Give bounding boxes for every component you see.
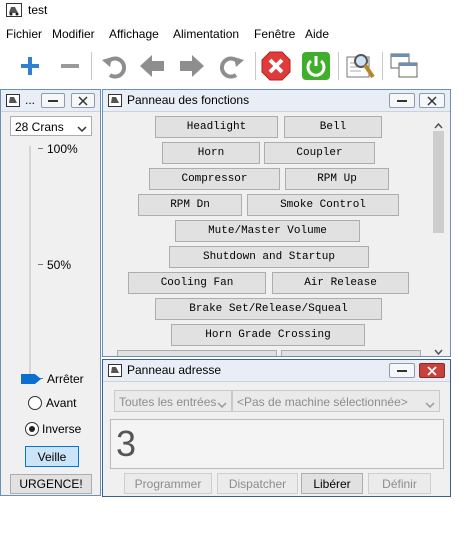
close-button[interactable] [71, 93, 95, 108]
train-icon [108, 364, 122, 377]
speed-steps-select[interactable]: 28 Crans [10, 116, 92, 136]
train-icon [108, 94, 122, 107]
fn-horn-grade-crossing-button[interactable]: Horn Grade Crossing [171, 324, 365, 346]
throttle-title: ... [25, 93, 36, 107]
menu-bar: Fichier Modifier Affichage Alimentation … [0, 24, 469, 44]
window-titlebar: test [0, 0, 469, 22]
menu-modifier[interactable]: Modifier [52, 27, 95, 41]
scroll-down-icon[interactable] [434, 344, 443, 358]
address-titlebar: Panneau adresse [103, 360, 450, 382]
address-panel: Panneau adresse Toutes les entrées <Pas … [102, 359, 451, 497]
undo-icon[interactable] [98, 50, 130, 82]
chevron-down-icon [217, 398, 227, 412]
close-button[interactable] [419, 93, 445, 108]
fn-bell-button[interactable]: Bell [284, 116, 382, 138]
redo-icon[interactable] [216, 50, 248, 82]
minimize-button[interactable] [41, 93, 65, 108]
power-icon[interactable] [300, 50, 332, 82]
minimize-button[interactable] [389, 363, 415, 378]
plus-icon[interactable] [14, 50, 46, 82]
app-icon [6, 3, 22, 17]
fn-brake-button[interactable]: Brake Set/Release/Squeal [155, 298, 382, 320]
stop-label: Arrêter [47, 372, 84, 386]
chevron-down-icon [77, 122, 87, 136]
define-button[interactable]: Définir [368, 473, 431, 494]
arrow-right-icon[interactable] [176, 50, 208, 82]
filter-value: Toutes les entrées [119, 395, 217, 409]
dispatch-button[interactable]: Dispatcher [217, 473, 298, 494]
edit-icon[interactable] [344, 50, 376, 82]
address-title: Panneau adresse [127, 363, 222, 377]
scroll-thumb[interactable] [433, 131, 444, 233]
menu-aide[interactable]: Aide [305, 27, 329, 41]
scroll-up-icon[interactable] [434, 118, 443, 132]
machine-select[interactable]: <Pas de machine sélectionnée> [232, 390, 440, 412]
fn-cooling-fan-button[interactable]: Cooling Fan [128, 272, 266, 294]
menu-affichage[interactable]: Affichage [109, 27, 159, 41]
forward-label: Avant [46, 396, 77, 410]
label-50: 50% [47, 258, 72, 272]
fn-partial-button [281, 350, 421, 356]
fn-rpm-dn-button[interactable]: RPM Dn [138, 194, 242, 216]
reverse-radio[interactable] [25, 422, 39, 436]
stop-icon[interactable] [260, 50, 292, 82]
throttle-titlebar: ... [1, 90, 100, 112]
chevron-down-icon [425, 398, 435, 412]
speed-slider-thumb[interactable] [21, 373, 41, 384]
idle-button[interactable]: Veille [25, 446, 79, 467]
release-button[interactable]: Libérer [301, 473, 363, 494]
toolbar [0, 46, 469, 88]
window-title: test [28, 3, 48, 17]
address-value: 3 [116, 423, 137, 464]
fn-shutdown-startup-button[interactable]: Shutdown and Startup [169, 246, 369, 268]
fn-compressor-button[interactable]: Compressor [149, 168, 280, 190]
fn-headlight-button[interactable]: Headlight [155, 116, 278, 138]
reverse-label: Inverse [42, 422, 82, 436]
arrow-left-icon[interactable] [136, 50, 168, 82]
speed-steps-value: 28 Crans [15, 120, 64, 134]
fn-rpm-up-button[interactable]: RPM Up [285, 168, 389, 190]
functions-title: Panneau des fonctions [127, 93, 250, 107]
fn-smoke-control-button[interactable]: Smoke Control [247, 194, 399, 216]
close-button[interactable] [419, 363, 445, 378]
functions-titlebar: Panneau des fonctions [103, 90, 450, 112]
minus-icon[interactable] [54, 50, 86, 82]
speed-slider-track [29, 146, 31, 378]
emergency-button[interactable]: URGENCE! [10, 474, 92, 494]
tick-100 [38, 148, 43, 149]
windows-icon[interactable] [388, 50, 420, 82]
filter-select[interactable]: Toutes les entrées [114, 390, 232, 412]
throttle-panel: ... 28 Crans 100% 50% Arrêter Avant Inve… [0, 89, 101, 496]
fn-horn-button[interactable]: Horn [162, 142, 260, 164]
label-100: 100% [47, 142, 78, 156]
fn-air-release-button[interactable]: Air Release [272, 272, 409, 294]
menu-fenetre[interactable]: Fenêtre [254, 27, 295, 41]
machine-value: <Pas de machine sélectionnée> [237, 395, 408, 409]
address-field[interactable]: 3 [110, 419, 444, 469]
fn-partial-button [117, 350, 277, 356]
menu-fichier[interactable]: Fichier [6, 27, 42, 41]
minimize-button[interactable] [389, 93, 415, 108]
tick-50 [38, 264, 43, 265]
fn-coupler-button[interactable]: Coupler [264, 142, 375, 164]
fn-mute-master-volume-button[interactable]: Mute/Master Volume [175, 220, 360, 242]
forward-radio[interactable] [28, 396, 42, 410]
train-icon [6, 94, 20, 107]
functions-panel: Panneau des fonctions Headlight Bell Hor… [102, 89, 451, 357]
functions-scrollbar[interactable] [430, 114, 447, 356]
program-button[interactable]: Programmer [124, 473, 212, 494]
menu-alimentation[interactable]: Alimentation [173, 27, 239, 41]
